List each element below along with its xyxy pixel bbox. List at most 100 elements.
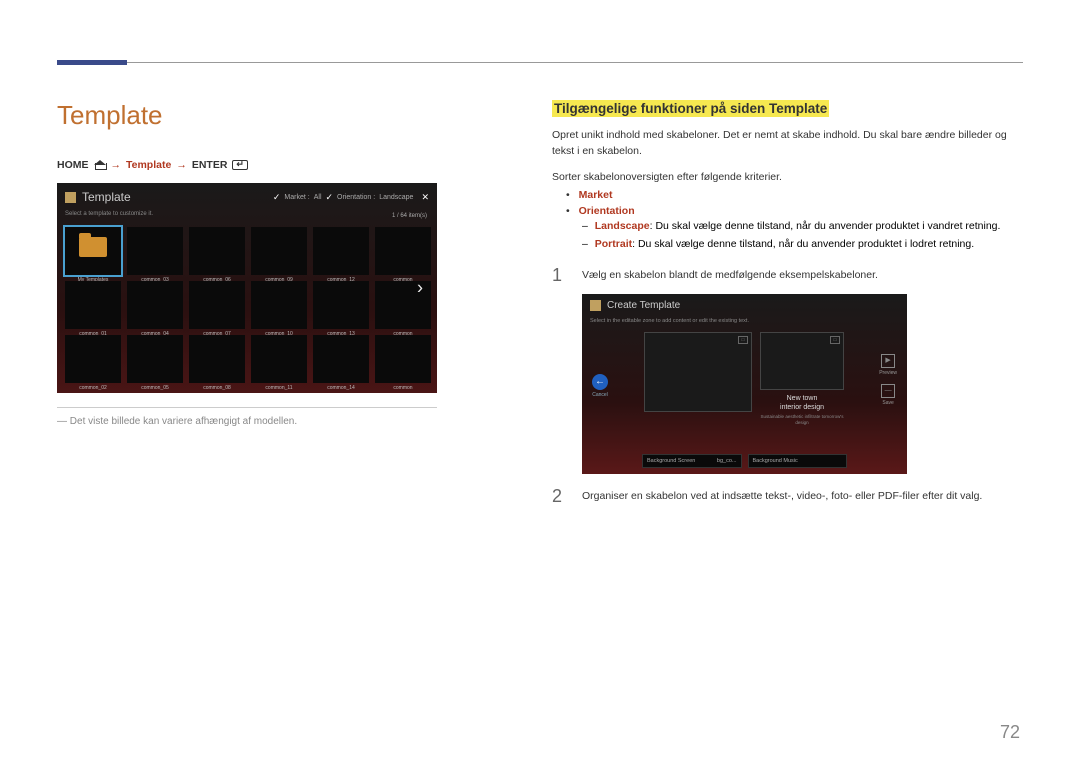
- enter-icon: [232, 160, 248, 170]
- header-accent: [57, 60, 127, 65]
- template-cell: common_01: [65, 281, 121, 329]
- step-text: Vælg en skabelon blandt de medfølgende e…: [582, 265, 878, 284]
- bullet-market: • Market: [552, 189, 1027, 201]
- bullet-dot: •: [566, 189, 570, 201]
- market-label: Market: [579, 189, 613, 201]
- text-line2: interior design: [760, 403, 844, 412]
- template-cell: common_03: [127, 227, 183, 275]
- template-cell: common: [375, 335, 431, 383]
- preview-label: Preview: [879, 370, 897, 376]
- template-cell: common_11: [251, 335, 307, 383]
- step-number: 1: [552, 265, 568, 286]
- text-line3: Sustainable aesthetic infiltrate tomorro…: [760, 414, 844, 426]
- chevron-right-icon: ›: [417, 278, 423, 299]
- page-heading: Template: [57, 100, 437, 131]
- template-cell: common_10: [251, 281, 307, 329]
- step-text: Organiser en skabelon ved at indsætte te…: [582, 486, 982, 505]
- check-icon: ✓: [273, 192, 281, 203]
- divider: [57, 407, 437, 408]
- create-template-screenshot: Create Template Select in the editable z…: [582, 294, 907, 474]
- cell-label: common_02: [65, 385, 121, 391]
- breadcrumb-enter: ENTER: [192, 159, 228, 171]
- breadcrumb-sep1: →: [111, 159, 122, 171]
- template-cell: common_05: [127, 335, 183, 383]
- step-1: 1 Vælg en skabelon blandt de medfølgende…: [552, 265, 1027, 286]
- left-column: Template HOME → Template → ENTER Templat…: [57, 100, 437, 427]
- template-cell: common: [375, 227, 431, 275]
- bullet-dot: •: [566, 205, 570, 217]
- header-rule: [57, 62, 1023, 63]
- image-caption: ― Det viste billede kan variere afhængig…: [57, 416, 437, 427]
- breadcrumb-sep2: →: [176, 159, 187, 171]
- template-cell: common_12: [313, 227, 369, 275]
- cell-label: common_11: [251, 385, 307, 391]
- ui-count: 1 / 64 item(s): [392, 213, 427, 219]
- sort-intro: Sorter skabelonoversigten efter følgende…: [552, 170, 1027, 186]
- breadcrumb-home: HOME: [57, 159, 89, 171]
- landscape-text: : Du skal vælge denne tilstand, når du a…: [650, 220, 1001, 232]
- side-buttons: ▶ Preview — Save: [879, 354, 897, 414]
- template-cell: common_02: [65, 335, 121, 383]
- caption-text: Det viste billede kan variere afhængigt …: [70, 416, 297, 427]
- dash: ‒: [582, 238, 588, 250]
- content-slot-1: ▭: [644, 332, 752, 412]
- text-zone: New town interior design Sustainable aes…: [760, 394, 844, 426]
- bg-screen-value: bg_co...: [717, 458, 737, 464]
- cancel-button: ← Cancel: [592, 374, 608, 398]
- caption-dash: ―: [57, 416, 67, 427]
- home-icon: [94, 160, 106, 170]
- intro-text: Opret unikt indhold med skabeloner. Det …: [552, 128, 1027, 160]
- bg-screen-label: Background Screen: [647, 458, 695, 464]
- sub-portrait: ‒ Portrait: Du skal vælge denne tilstand…: [552, 237, 1027, 253]
- cell-label: common_14: [313, 385, 369, 391]
- image-icon: ▭: [738, 336, 748, 344]
- template-cell: common_08: [189, 335, 245, 383]
- template-cell: common_14: [313, 335, 369, 383]
- breadcrumb: HOME → Template → ENTER: [57, 159, 437, 171]
- save-icon: —: [881, 384, 895, 398]
- cell-label: common: [375, 385, 431, 391]
- app-icon: [590, 300, 601, 311]
- breadcrumb-template: Template: [126, 159, 171, 171]
- uc-header: Create Template: [582, 294, 907, 318]
- orientation-value: Landscape: [379, 194, 413, 201]
- orientation-label: Orientation: [579, 205, 635, 217]
- folder-icon: [79, 237, 107, 257]
- sub-landscape: ‒ Landscape: Du skal vælge denne tilstan…: [552, 219, 1027, 235]
- template-cell: common_07: [189, 281, 245, 329]
- uc-subtitle: Select in the editable zone to add conte…: [582, 318, 907, 324]
- preview-icon: ▶: [881, 354, 895, 368]
- portrait-label: Portrait: [595, 238, 632, 250]
- cell-label: common_05: [127, 385, 183, 391]
- template-grid: My Templates common_03 common_06 common_…: [65, 227, 431, 383]
- bg-music-button: Background Music: [748, 454, 848, 468]
- text-line1: New town: [760, 394, 844, 403]
- landscape-label: Landscape: [595, 220, 650, 232]
- template-screenshot: Template ✓ Market : All ✓ Orientation : …: [57, 183, 437, 393]
- template-cell: common_06: [189, 227, 245, 275]
- dash: ‒: [582, 220, 588, 232]
- cancel-label: Cancel: [592, 392, 608, 398]
- uc-title: Create Template: [607, 300, 680, 311]
- cell-label: common_08: [189, 385, 245, 391]
- template-cell: common_09: [251, 227, 307, 275]
- my-templates-cell: My Templates: [65, 227, 121, 275]
- market-value: All: [314, 194, 322, 201]
- bg-screen-button: Background Screen bg_co...: [642, 454, 742, 468]
- bottom-bar: Background Screen bg_co... Background Mu…: [642, 454, 847, 468]
- save-label: Save: [879, 400, 897, 406]
- check-icon-2: ✓: [326, 192, 334, 203]
- page-number: 72: [1000, 722, 1020, 743]
- section-heading: Tilgængelige funktioner på siden Templat…: [552, 100, 829, 117]
- close-icon: ✕: [421, 192, 429, 203]
- step-number: 2: [552, 486, 568, 507]
- back-arrow-icon: ←: [592, 374, 608, 390]
- template-cell: common_13: [313, 281, 369, 329]
- ui-subtitle: Select a template to customize it.: [57, 211, 437, 217]
- image-icon: ▭: [830, 336, 840, 344]
- bullet-orientation: • Orientation: [552, 205, 1027, 217]
- portrait-text: : Du skal vælge denne tilstand, når du a…: [632, 238, 974, 250]
- market-label: Market :: [284, 194, 309, 201]
- ui-header-controls: ✓ Market : All ✓ Orientation : Landscape…: [273, 192, 429, 203]
- orientation-label: Orientation :: [337, 194, 375, 201]
